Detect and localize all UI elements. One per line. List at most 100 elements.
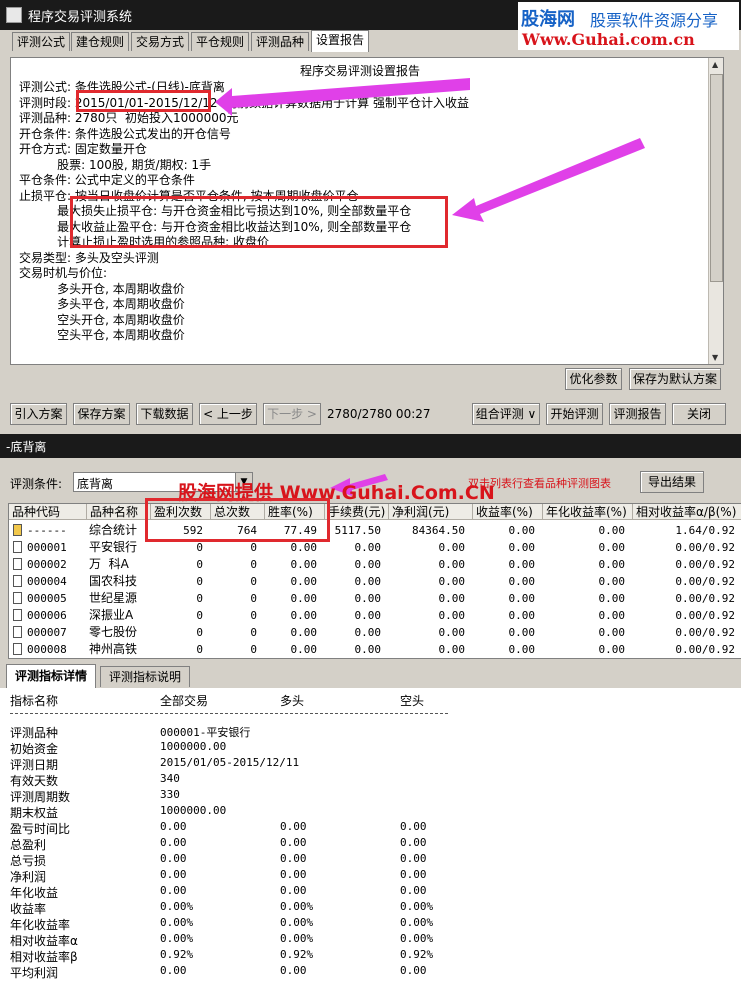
details-label: 总亏损: [10, 854, 47, 868]
save-scheme-button[interactable]: 保存方案: [73, 403, 130, 425]
column-header[interactable]: 品种代码: [9, 504, 87, 520]
column-header[interactable]: 品种名称: [87, 504, 151, 520]
table-row[interactable]: 000002 万 科A 0 0 0.00 0.00 0.00 0.00 0.00 0.00/0.9…: [9, 556, 741, 573]
table-cell: 世纪星源: [89, 591, 138, 605]
table-cell: 0.00: [508, 592, 536, 605]
details-header: 全部交易: [160, 694, 209, 708]
table-cell: 0: [250, 575, 257, 588]
table-cell: 0.00: [508, 609, 536, 622]
table-cell: 0: [250, 609, 257, 622]
progress-text: 2780/2780 00:27: [327, 407, 431, 421]
details-value: 0.00%: [160, 932, 194, 945]
table-cell: 0.00: [354, 643, 382, 656]
details-value: 0.00: [160, 836, 187, 849]
table-row[interactable]: 000004 国农科技 0 0 0.00 0.00 0.00 0.00 0.00 0.00/0.9…: [9, 573, 741, 590]
details-label: 年化收益: [10, 886, 59, 900]
result-window-titlebar: -底背离: [0, 434, 741, 458]
table-cell: 神州高铁: [89, 642, 138, 656]
prev-step-button[interactable]: < 上一步: [199, 403, 257, 425]
combo-eval-button[interactable]: 组合评测 ∨: [472, 403, 540, 425]
details-value: 0.00%: [280, 916, 314, 929]
details-value: 0.00: [280, 868, 307, 881]
import-scheme-button[interactable]: 引入方案: [10, 403, 67, 425]
details-label: 评测品种: [10, 726, 59, 740]
table-cell: 0.00: [438, 558, 466, 571]
table-cell: 零七股份: [89, 625, 138, 639]
column-header[interactable]: 年化收益率(%): [543, 504, 633, 520]
details-label: 相对收益率β: [10, 950, 78, 964]
details-label: 盈亏时间比: [10, 822, 71, 836]
details-value: 1000000.00: [160, 804, 227, 817]
table-cell: 0.00: [290, 558, 318, 571]
eval-report-button[interactable]: 评测报告: [609, 403, 666, 425]
arrow-date: [215, 78, 470, 116]
file-icon: [13, 541, 22, 553]
file-icon: [13, 592, 22, 604]
table-cell: 0.00/0.92: [675, 541, 735, 554]
details-value: 340: [160, 772, 180, 785]
export-results-button[interactable]: 导出结果: [640, 471, 704, 493]
details-value: 0.00: [400, 868, 427, 881]
details-label: 有效天数: [10, 774, 59, 788]
column-header[interactable]: 相对收益率α/β(%): [633, 504, 741, 520]
table-cell: ------: [27, 524, 67, 537]
table-row[interactable]: 000006 深振业A 0 0 0.00 0.00 0.00 0.00 0.00 0.00/0.9…: [9, 607, 741, 624]
details-value: 1000000.00: [160, 740, 227, 753]
table-cell: 深振业A: [89, 608, 134, 622]
table-cell: 0.00: [354, 592, 382, 605]
details-value: 0.00: [400, 884, 427, 897]
details-value: 0.92%: [280, 948, 314, 961]
details-header: 多头: [280, 694, 305, 708]
table-cell: 0: [250, 592, 257, 605]
download-data-button[interactable]: 下载数据: [136, 403, 193, 425]
start-eval-button[interactable]: 开始评测: [546, 403, 603, 425]
table-cell: 0.00: [354, 626, 382, 639]
table-row[interactable]: 000001 平安银行 0 0 0.00 0.00 0.00 0.00 0.00 0.00/0.9…: [9, 539, 741, 556]
details-value: 0.00: [400, 852, 427, 865]
file-icon: [13, 643, 22, 655]
arrow-stop: [452, 138, 645, 222]
eval-condition-value: 底背离: [77, 477, 114, 491]
file-icon: [13, 575, 22, 587]
details-value: 330: [160, 788, 180, 801]
table-row[interactable]: ------ 综合统计 592 764 77.49 5117.50 84364.50 0.00…: [9, 522, 741, 539]
table-cell: 0.00: [438, 609, 466, 622]
table-row[interactable]: 000005 世纪星源 0 0 0.00 0.00 0.00 0.00 0.00 0.00/0.9…: [9, 590, 741, 607]
table-cell: 0.00: [598, 575, 626, 588]
table-cell: 0.00: [290, 592, 318, 605]
table-cell: 0: [196, 643, 203, 656]
save-default-button[interactable]: 保存为默认方案: [629, 368, 721, 390]
details-value: 0.00%: [400, 900, 434, 913]
table-cell: 84364.50: [412, 524, 465, 537]
table-cell: 000002: [27, 558, 67, 571]
close-button[interactable]: 关闭: [672, 403, 726, 425]
details-value: 0.00%: [400, 932, 434, 945]
column-header[interactable]: 手续费(元): [325, 504, 389, 520]
details-divider: [10, 713, 448, 714]
details-value: 0.00: [280, 836, 307, 849]
table-cell: 万 科A: [89, 557, 129, 571]
table-cell: 0.00: [598, 609, 626, 622]
details-value: 0.00%: [400, 916, 434, 929]
table-cell: 0.00/0.92: [675, 643, 735, 656]
column-header[interactable]: 净利润(元): [389, 504, 473, 520]
column-header[interactable]: 收益率(%): [473, 504, 543, 520]
details-header: 空头: [400, 694, 425, 708]
tab-eval-explain[interactable]: 评测指标说明: [100, 666, 190, 687]
details-value: 0.00: [400, 836, 427, 849]
table-cell: 0.00/0.92: [675, 575, 735, 588]
tab-eval-details[interactable]: 评测指标详情: [6, 664, 96, 689]
result-window-title: -底背离: [6, 440, 47, 454]
table-row[interactable]: 000008 神州高铁 0 0 0.00 0.00 0.00 0.00 0.00 0.00/0.9…: [9, 641, 741, 658]
table-cell: 000008: [27, 643, 67, 656]
table-cell: 0.00: [438, 541, 466, 554]
next-step-button[interactable]: 下一步 >: [263, 403, 321, 425]
optimize-params-button[interactable]: 优化参数: [565, 368, 622, 390]
table-row[interactable]: 000007 零七股份 0 0 0.00 0.00 0.00 0.00 0.00 0.00/0.9…: [9, 624, 741, 641]
details-label: 净利润: [10, 870, 47, 884]
details-label: 年化收益率: [10, 918, 71, 932]
table-cell: 0: [250, 558, 257, 571]
table-cell: 0.00: [354, 575, 382, 588]
details-value: 0.00%: [160, 916, 194, 929]
table-cell: 0: [196, 609, 203, 622]
